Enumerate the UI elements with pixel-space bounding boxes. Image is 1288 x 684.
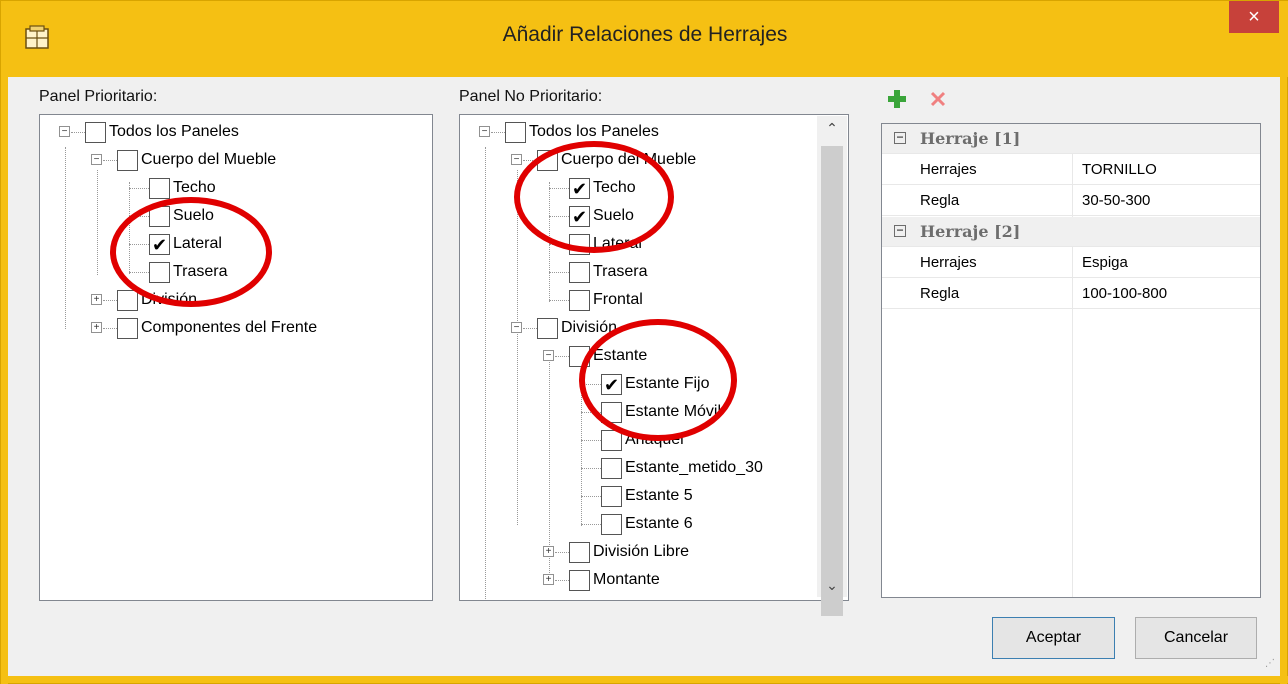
x-icon (930, 91, 946, 107)
property-grid[interactable]: − Herraje [1] Herrajes TORNILLO Regla 30… (881, 123, 1261, 598)
property-row[interactable]: Regla 100-100-800 (882, 279, 1260, 309)
annotation-circle (110, 197, 272, 307)
checkbox[interactable] (117, 150, 138, 171)
collapse-icon[interactable]: − (59, 126, 70, 137)
checkbox[interactable] (569, 290, 590, 311)
property-category[interactable]: − Herraje [1] (882, 124, 1260, 154)
scroll-thumb[interactable] (821, 146, 843, 616)
annotation-circle (514, 141, 674, 253)
node-label: Estante 6 (625, 515, 693, 532)
plus-icon (888, 90, 906, 108)
property-key: Regla (920, 285, 960, 302)
checkbox[interactable] (601, 514, 622, 535)
property-row[interactable]: Herrajes Espiga (882, 248, 1260, 278)
scroll-up-arrow-icon[interactable]: ⌃ (817, 116, 847, 140)
node-label: Todos los Paneles (109, 123, 239, 140)
collapse-icon[interactable]: − (511, 154, 522, 165)
add-button[interactable] (887, 89, 907, 115)
window-frame-left (1, 77, 8, 684)
window-frame-bottom (1, 676, 1288, 683)
collapse-icon[interactable]: − (894, 224, 906, 237)
collapse-icon[interactable]: − (479, 126, 490, 137)
node-label: Montante (593, 571, 660, 588)
checkbox[interactable] (149, 178, 170, 199)
close-button[interactable]: × (1229, 1, 1279, 33)
scroll-down-arrow-icon[interactable]: ⌄ (817, 573, 847, 597)
property-value[interactable]: 100-100-800 (1082, 285, 1167, 302)
node-label: Estante 5 (625, 487, 693, 504)
checkbox[interactable] (601, 458, 622, 479)
category-title: Herraje [1] (920, 129, 1021, 148)
checkbox[interactable] (85, 122, 106, 143)
checkbox[interactable] (117, 290, 138, 311)
expand-icon[interactable]: + (543, 546, 554, 557)
checkbox[interactable] (569, 570, 590, 591)
resize-grip-icon[interactable]: ⋰ (1265, 659, 1277, 673)
window-title: Añadir Relaciones de Herrajes (502, 23, 788, 46)
window-frame-right (1280, 77, 1287, 684)
left-tree[interactable]: − Todos los Paneles − Cuerpo del Mueble … (39, 114, 433, 601)
middle-panel-label: Panel No Prioritario: (459, 88, 603, 105)
node-label: Cuerpo del Mueble (141, 151, 277, 168)
middle-tree-scrollbar[interactable]: ⌃ ⌄ (817, 116, 847, 616)
checkbox[interactable] (601, 486, 622, 507)
accept-button[interactable]: Aceptar (992, 617, 1115, 659)
checkbox[interactable] (505, 122, 526, 143)
node-label: Trasera (593, 263, 648, 280)
property-key: Herrajes (920, 161, 977, 178)
property-value[interactable]: Espiga (1082, 254, 1128, 271)
expand-icon[interactable]: + (91, 322, 102, 333)
category-title: Herraje [2] (920, 222, 1021, 241)
node-label: Estante_metido_30 (625, 459, 763, 476)
checkbox[interactable] (569, 542, 590, 563)
property-category[interactable]: − Herraje [2] (882, 217, 1260, 247)
title-bar[interactable]: Añadir Relaciones de Herrajes × (1, 1, 1288, 77)
expand-icon[interactable]: + (543, 574, 554, 585)
left-panel-label: Panel Prioritario: (39, 88, 158, 105)
collapse-icon[interactable]: − (894, 131, 906, 144)
property-row[interactable]: Regla 30-50-300 (882, 186, 1260, 216)
property-row[interactable]: Herrajes TORNILLO (882, 155, 1260, 185)
delete-button[interactable] (929, 90, 947, 114)
expand-icon[interactable]: + (91, 294, 102, 305)
checkbox[interactable] (117, 318, 138, 339)
dialog-window: Añadir Relaciones de Herrajes × Panel Pr… (0, 0, 1288, 684)
collapse-icon[interactable]: − (543, 350, 554, 361)
property-key: Regla (920, 192, 960, 209)
checkbox[interactable] (569, 262, 590, 283)
collapse-icon[interactable]: − (511, 322, 522, 333)
cancel-button[interactable]: Cancelar (1135, 617, 1257, 659)
node-label: Componentes del Frente (141, 319, 318, 336)
property-value[interactable]: 30-50-300 (1082, 192, 1150, 209)
node-label: División Libre (593, 543, 690, 560)
checkbox[interactable] (537, 318, 558, 339)
property-key: Herrajes (920, 254, 977, 271)
node-label: Frontal (593, 291, 643, 308)
annotation-circle (579, 319, 737, 441)
property-value[interactable]: TORNILLO (1082, 161, 1157, 178)
collapse-icon[interactable]: − (91, 154, 102, 165)
